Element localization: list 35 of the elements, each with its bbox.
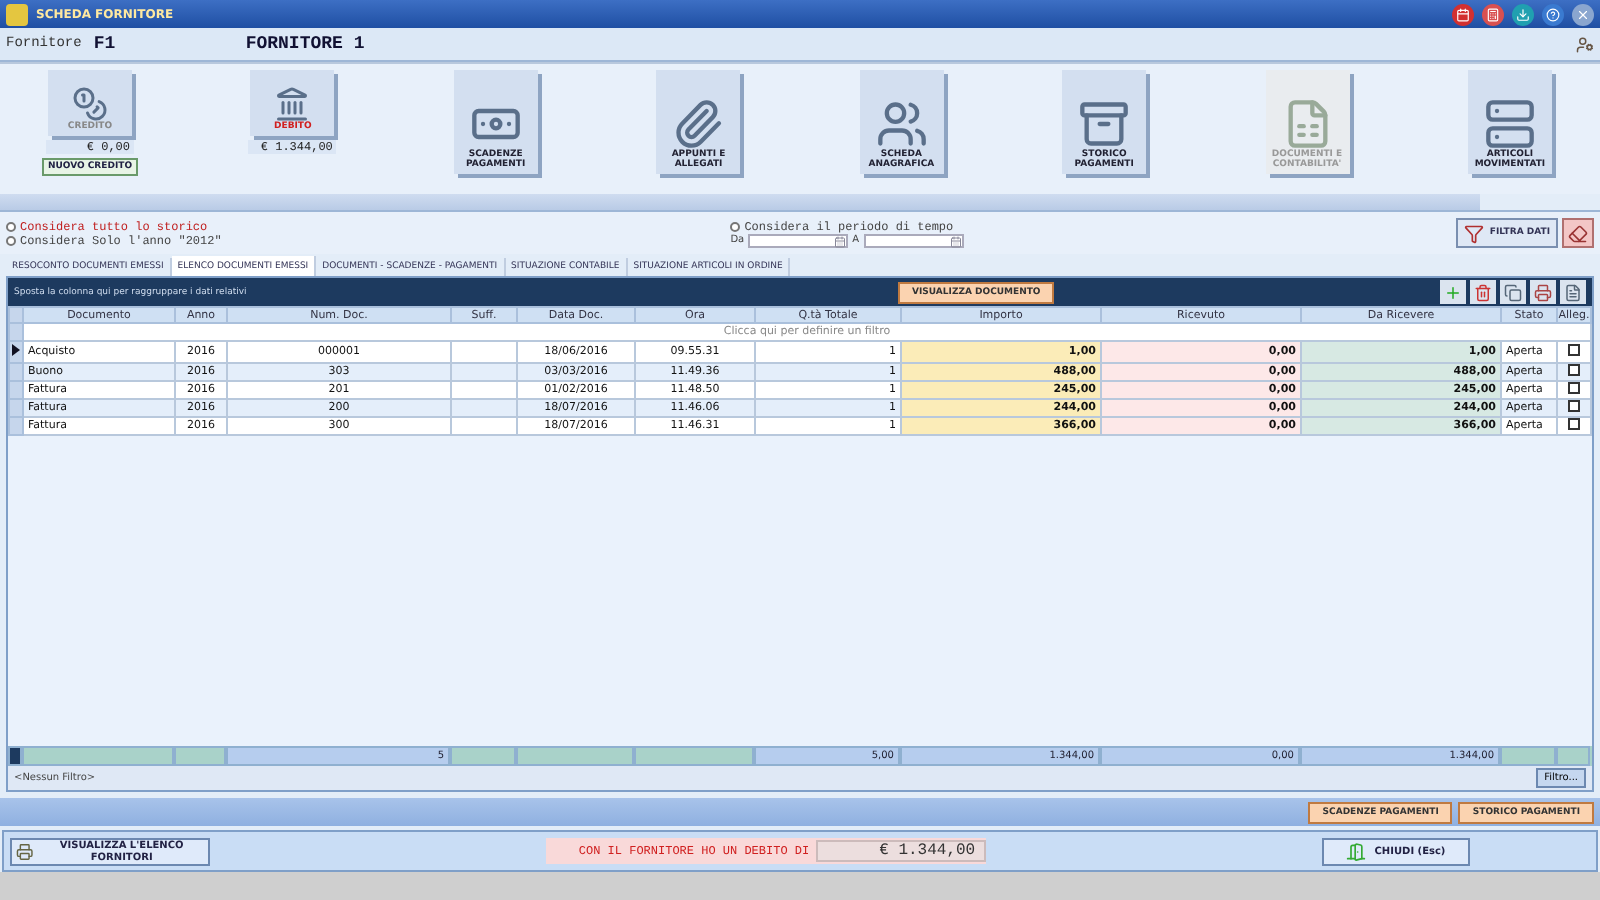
paperclip-icon (672, 98, 725, 151)
copy-icon[interactable] (1500, 280, 1526, 304)
user-settings-icon[interactable] (1576, 35, 1594, 53)
printer-icon (16, 841, 34, 861)
print-icon[interactable] (1530, 280, 1556, 304)
delete-icon[interactable] (1470, 280, 1496, 304)
door-icon (1346, 841, 1367, 861)
from-date-field[interactable] (748, 233, 849, 247)
cabinet-icon (1483, 98, 1536, 151)
to-date-field[interactable] (863, 233, 964, 247)
eraser-button[interactable] (1562, 218, 1594, 248)
row-selector (8, 746, 22, 766)
help-icon[interactable] (1542, 3, 1564, 25)
total-cell (174, 746, 226, 766)
close-icon[interactable] (1572, 3, 1594, 25)
download-icon[interactable] (1512, 3, 1534, 25)
total-cell (516, 746, 634, 766)
supplier-name: FORNITORE 1 (245, 34, 367, 54)
total-cell (1556, 746, 1590, 766)
calendar-icon[interactable] (949, 235, 962, 247)
total-cell (450, 746, 516, 766)
people-icon (875, 98, 928, 151)
app-logo-icon (6, 3, 28, 25)
calendar-icon[interactable] (1452, 3, 1474, 25)
supplier-code: F1 (93, 34, 118, 54)
debt-amount: € 1.344,00 (815, 840, 986, 862)
total-cell (1500, 746, 1556, 766)
attachment-checkbox[interactable] (1568, 344, 1580, 356)
document-icon[interactable] (1560, 280, 1586, 304)
row-selector[interactable] (9, 341, 23, 363)
current-row-icon (10, 342, 22, 358)
calendar-icon[interactable] (834, 235, 847, 247)
funnel-icon (1463, 223, 1484, 243)
total-cell (634, 746, 754, 766)
calculator-icon[interactable] (1482, 3, 1504, 25)
